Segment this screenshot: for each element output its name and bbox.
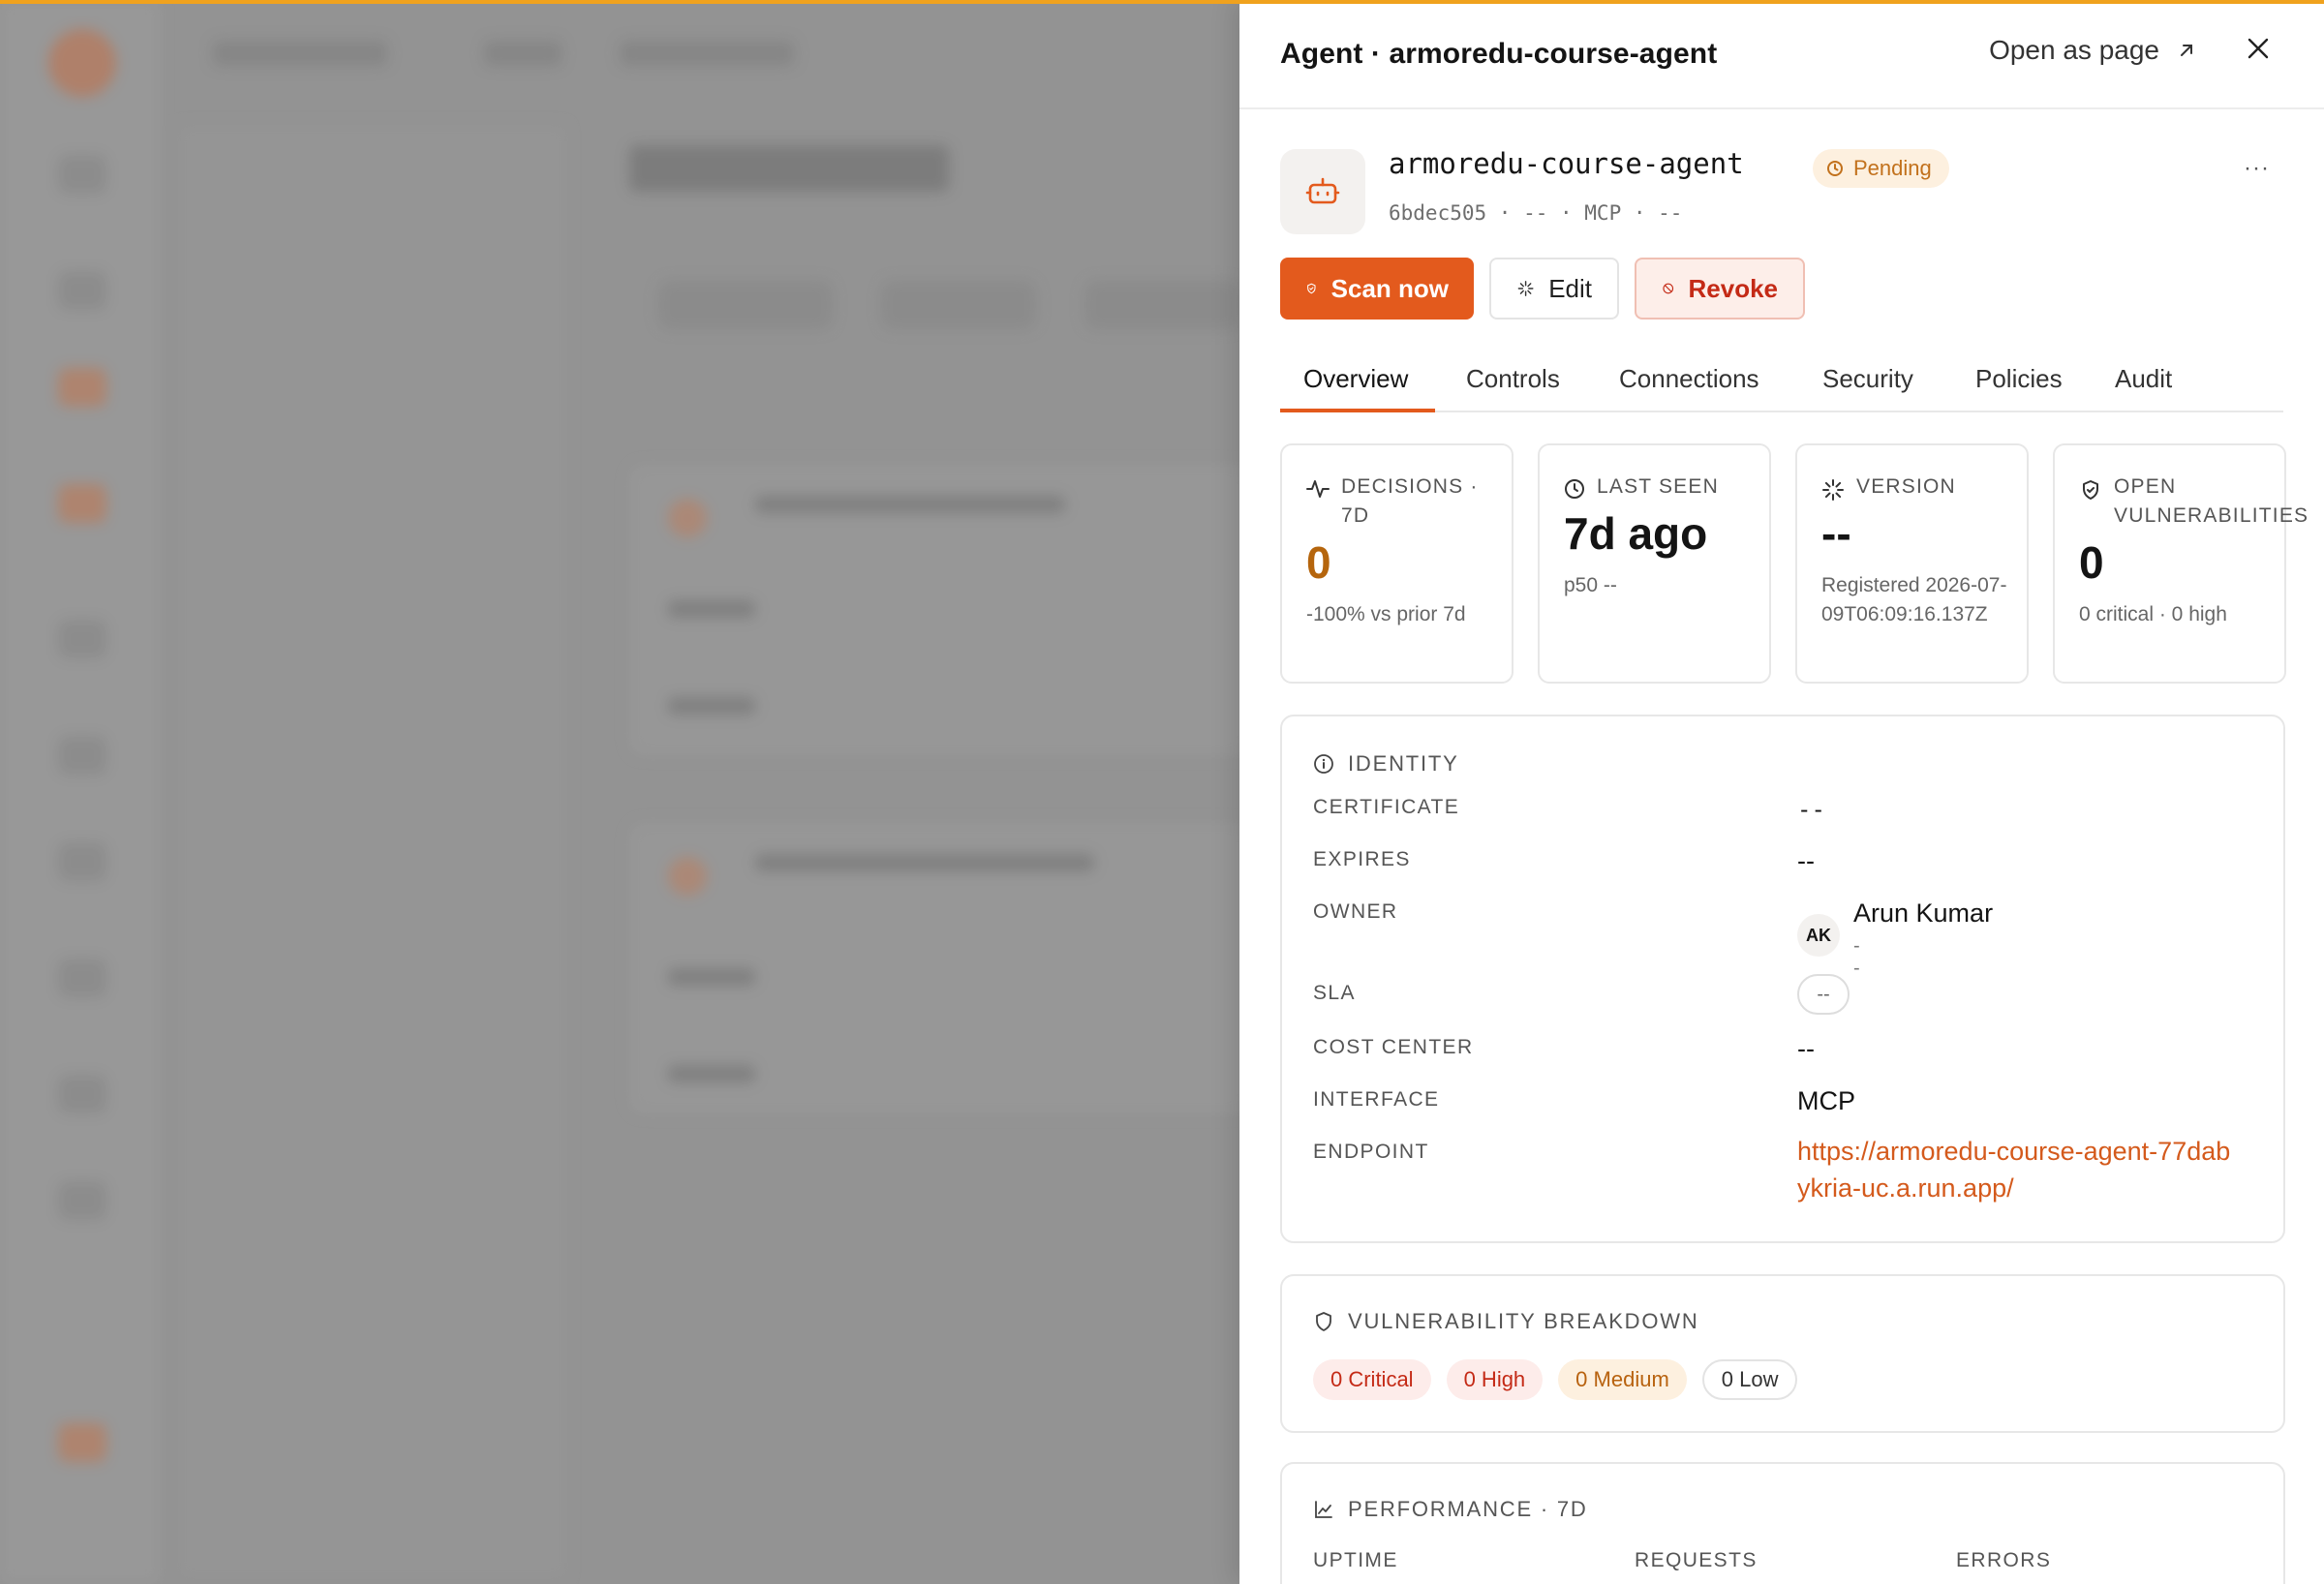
severity-chips: 0 Critical 0 High 0 Medium 0 Low [1313, 1359, 1798, 1400]
agent-name: armoredu-course-agent [1389, 147, 1744, 180]
drawer-header: Agent · armoredu-course-agent Open as pa… [1239, 0, 2324, 109]
owner-label: OWNER [1313, 900, 1398, 923]
stat-label: DECISIONS · 7D [1306, 472, 1558, 531]
chart-line-icon [1315, 1501, 1332, 1518]
agent-meta: 6bdec505 · -- · MCP · -- [1389, 201, 1683, 225]
info-icon [1314, 754, 1333, 774]
stat-label: LAST SEEN [1564, 472, 1816, 502]
shield-check-icon [2083, 480, 2098, 500]
tab-connections[interactable]: Connections [1619, 364, 1759, 394]
clock-icon [1827, 161, 1843, 176]
certificate-label: CERTIFICATE [1313, 796, 1460, 818]
identity-title: IDENTITY [1313, 751, 1459, 777]
stat-value: 7d ago [1564, 508, 1708, 559]
scan-now-button[interactable]: Scan now [1280, 258, 1474, 320]
open-as-page-label: Open as page [1989, 35, 2159, 65]
robot-icon [1305, 177, 1340, 204]
vulnerability-card: VULNERABILITY BREAKDOWN 0 Critical 0 Hig… [1280, 1274, 2285, 1433]
sparkle-icon [1517, 281, 1534, 296]
agent-summary: armoredu-course-agent Pending 6bdec505 ·… [1280, 147, 1949, 234]
performance-card: PERFORMANCE · 7D UPTIME REQUESTS ERRORS [1280, 1462, 2285, 1584]
shield-check-icon [1307, 283, 1316, 294]
identity-card: IDENTITY CERTIFICATE -- EXPIRES -- OWNER… [1280, 715, 2285, 1243]
stat-card-vulnerabilities: OPEN VULNERABILITIES 0 0 critical · 0 hi… [2053, 443, 2308, 684]
stat-value: 0 [1306, 537, 1331, 588]
agent-detail-drawer: Agent · armoredu-course-agent Open as pa… [1239, 0, 2324, 1584]
critical-chip[interactable]: 0 Critical [1313, 1359, 1431, 1400]
endpoint-label: ENDPOINT [1313, 1141, 1429, 1163]
expires-value: -- [1797, 846, 1815, 875]
medium-chip[interactable]: 0 Medium [1558, 1359, 1687, 1400]
high-chip[interactable]: 0 High [1446, 1359, 1544, 1400]
tab-overview[interactable]: Overview [1303, 364, 1408, 394]
stat-value: -- [1821, 508, 1851, 559]
cost-center-label: COST CENTER [1313, 1036, 1474, 1058]
stat-sub: 0 critical · 0 high [2079, 603, 2227, 625]
stat-value: 0 [2079, 537, 2104, 588]
loader-icon [1822, 479, 1844, 501]
status-label: Pending [1853, 156, 1932, 180]
tab-audit[interactable]: Audit [2115, 364, 2172, 394]
drawer-tabs: Overview Controls Connections Security P… [1280, 354, 2283, 412]
uptime-label: UPTIME [1313, 1549, 1398, 1571]
low-chip[interactable]: 0 Low [1701, 1359, 1798, 1400]
close-drawer-button[interactable] [2239, 29, 2278, 68]
sla-label: SLA [1313, 982, 1356, 1004]
close-icon [2248, 38, 2269, 59]
drawer-scrim[interactable] [0, 0, 1239, 1584]
agent-avatar [1280, 149, 1365, 234]
sla-chip: -- [1797, 974, 1850, 1015]
owner-sub: -- [1853, 935, 1860, 979]
tab-policies[interactable]: Policies [1975, 364, 2063, 394]
interface-value: MCP [1797, 1086, 1855, 1115]
tab-controls[interactable]: Controls [1466, 364, 1560, 394]
ban-icon [1663, 283, 1674, 294]
stat-card-last-seen: LAST SEEN 7d ago p50 -- [1538, 443, 1771, 684]
tab-security[interactable]: Security [1822, 364, 1913, 394]
stat-card-version: VERSION -- Registered 2026-07-09T06:09:1… [1795, 443, 2029, 684]
top-accent-bar [0, 0, 2324, 4]
stat-card-decisions: DECISIONS · 7D 0 -100% vs prior 7d [1280, 443, 1514, 684]
revoke-label: Revoke [1688, 273, 1779, 303]
clock-icon [1565, 479, 1584, 499]
stat-sub: -100% vs prior 7d [1306, 603, 1466, 625]
expires-label: EXPIRES [1313, 848, 1411, 870]
stat-sub: Registered 2026-07-09T06:09:16.137Z [1821, 574, 2007, 625]
external-arrow-icon [2181, 45, 2192, 56]
action-bar: Scan now Edit Revoke [1280, 258, 1805, 320]
owner-name: Arun Kumar [1853, 899, 1994, 928]
scan-now-label: Scan now [1330, 273, 1449, 303]
active-tab-indicator [1280, 409, 1435, 412]
vulnerability-title: VULNERABILITY BREAKDOWN [1313, 1309, 1699, 1334]
shield-icon [1316, 1312, 1331, 1331]
performance-title: PERFORMANCE · 7D [1313, 1497, 1588, 1522]
more-options-button[interactable]: ··· [2244, 155, 2270, 182]
avatar: AK [1797, 914, 1840, 957]
open-as-page-button[interactable]: Open as page [1989, 35, 2196, 66]
stat-sub: p50 -- [1564, 574, 1617, 596]
cost-center-value: -- [1797, 1034, 1815, 1063]
requests-label: REQUESTS [1635, 1549, 1758, 1571]
status-badge: Pending [1813, 149, 1949, 188]
stat-label: OPEN VULNERABILITIES [2079, 472, 2324, 531]
revoke-button[interactable]: Revoke [1635, 258, 1805, 320]
interface-label: INTERFACE [1313, 1088, 1440, 1111]
edit-label: Edit [1548, 273, 1592, 303]
drawer-title: Agent · armoredu-course-agent [1280, 37, 1718, 70]
endpoint-link[interactable]: https://armoredu-course-agent-77dabykria… [1797, 1133, 2243, 1206]
stat-label: VERSION [1821, 472, 2073, 502]
errors-label: ERRORS [1956, 1549, 2052, 1571]
activity-icon [1306, 480, 1330, 498]
certificate-value: -- [1797, 796, 1825, 823]
edit-button[interactable]: Edit [1489, 258, 1619, 320]
